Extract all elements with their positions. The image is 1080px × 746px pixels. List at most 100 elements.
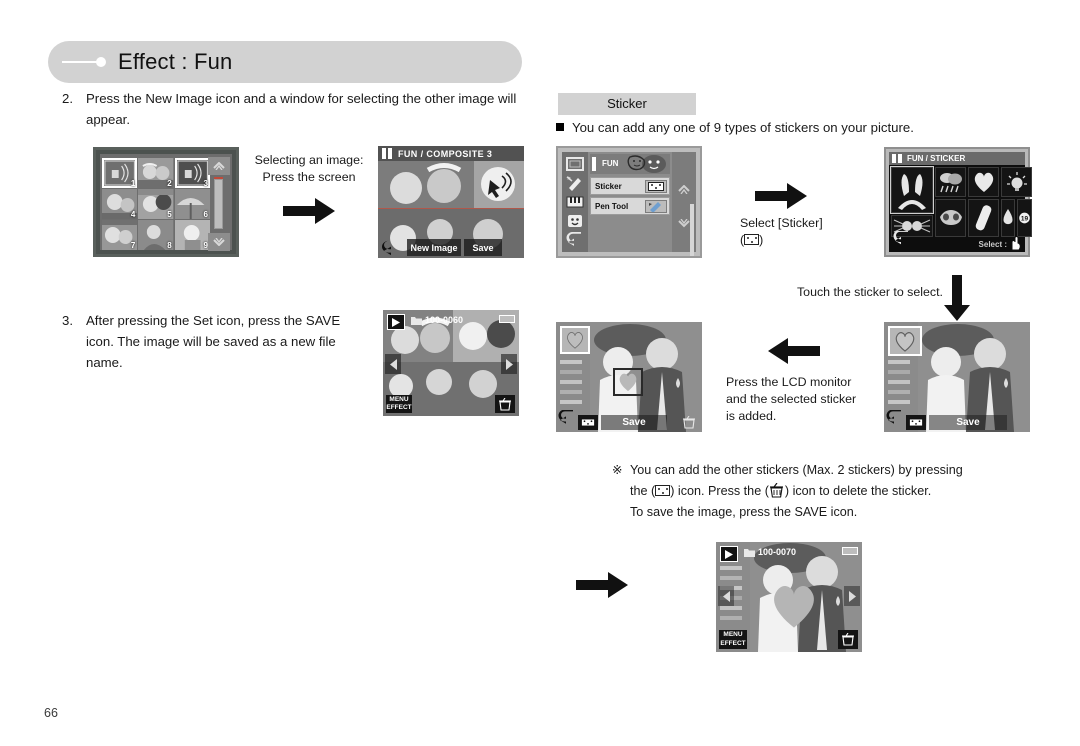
sticker-rain-cloud[interactable] (935, 167, 966, 197)
thumbnail-cell[interactable]: 5 (138, 189, 174, 219)
back-arrow-icon[interactable] (893, 230, 911, 251)
fun-mascot-icon (627, 155, 666, 173)
note-block: ※ You can add the other stickers (Max. 2… (612, 460, 972, 523)
sticker-icon[interactable] (906, 415, 926, 430)
note-line-1: You can add the other stickers (Max. 2 s… (630, 463, 963, 477)
step-2-text: Press the New Image icon and a window fo… (86, 91, 517, 127)
composite-title-bar: FUN / COMPOSITE 3 (378, 146, 524, 161)
play-icon[interactable] (720, 546, 738, 562)
next-arrow-icon[interactable] (844, 586, 860, 606)
trash-icon[interactable] (838, 630, 858, 649)
crop-icon[interactable] (566, 156, 584, 172)
sticker-mask[interactable] (935, 199, 966, 237)
index-scrollbar[interactable] (208, 157, 230, 251)
scroll-down-icon[interactable] (208, 233, 230, 251)
scroll-track[interactable] (214, 179, 223, 229)
screen-final-photo[interactable]: 100-0070 MENU EFFECT (716, 542, 862, 652)
thumbnail-number: 2 (167, 179, 172, 188)
menu-label: MENU (389, 396, 409, 403)
pen-tool-icon[interactable] (645, 200, 667, 213)
sticker-icon[interactable] (578, 415, 598, 430)
screen-saved-photo[interactable]: 100-0060 MENU EFFECT (383, 310, 519, 416)
menu-effect-button[interactable]: MENU EFFECT (719, 630, 747, 649)
fun-menu-rail[interactable] (562, 152, 588, 252)
fun-menu-header: FUN (590, 154, 670, 174)
thumbnail-cell[interactable]: 1 (102, 158, 138, 188)
sticker-select-label: Select : (978, 240, 1007, 249)
sticker-bullet-text: You can add any one of 9 types of sticke… (572, 120, 914, 135)
note-line-2b: ) icon. Press the ( (670, 484, 769, 498)
menu-label: MENU (723, 631, 743, 638)
thumbnail-cell[interactable]: 7 (102, 220, 138, 250)
screen-sticker-picker[interactable]: FUN / STICKER 19 Select: (884, 147, 1032, 257)
scroll-up-icon[interactable] (674, 176, 694, 202)
header-dash-icon (62, 61, 98, 63)
thumbnail-cell[interactable]: 8 (138, 220, 174, 250)
back-arrow-icon[interactable] (886, 409, 904, 431)
thumbnail-cell[interactable]: 4 (102, 189, 138, 219)
sticker-number-badge-19[interactable]: 19 (1017, 199, 1032, 237)
selected-toolbar[interactable]: Save (884, 409, 1030, 432)
battery-icon (842, 547, 858, 555)
preview-toolbar[interactable]: Save (556, 409, 702, 432)
thumbnail-cell[interactable]: 9 (174, 220, 210, 250)
file-info: 100-0060 (411, 315, 463, 325)
save-button[interactable]: Save (929, 415, 1007, 430)
page-title: Effect : Fun (118, 49, 233, 74)
arrow-down-icon (944, 275, 970, 321)
sticker-water-drop[interactable] (1001, 199, 1015, 237)
screen-fun-menu[interactable]: FUN Sticker Pen Tool (556, 146, 702, 258)
save-button[interactable]: Save (464, 239, 502, 256)
note-line-2a: the ( (630, 484, 656, 498)
sticker-bunny-ears[interactable] (890, 166, 934, 214)
back-icon[interactable] (566, 231, 584, 248)
fun-menu-row-sticker[interactable]: Sticker (590, 177, 670, 195)
screen-sticker-selected[interactable]: Save (884, 322, 1030, 432)
face-icon[interactable] (566, 213, 584, 229)
title-marker-icon (388, 148, 392, 159)
brush-icon[interactable] (566, 175, 584, 191)
menu-effect-button[interactable]: MENU EFFECT (386, 395, 412, 413)
back-arrow-icon[interactable] (381, 239, 403, 256)
screen-thumbnail-index[interactable]: 1 2 3 4 5 6 7 8 9 (93, 147, 239, 257)
sticker-picker-footer[interactable]: Select : (889, 230, 1025, 252)
prev-arrow-icon[interactable] (718, 586, 734, 606)
piano-icon[interactable] (566, 194, 584, 210)
trash-icon[interactable] (495, 395, 515, 413)
prev-arrow-icon[interactable] (385, 354, 401, 374)
thumbnail-cell[interactable]: 3 (174, 158, 210, 188)
sticker-grid[interactable]: 19 (890, 166, 1032, 237)
fun-menu-scrollbar[interactable] (672, 152, 696, 256)
sticker-picker-title-bar: FUN / STICKER (889, 152, 1025, 165)
screen-composite[interactable]: FUN / COMPOSITE 3 New Image Save (378, 146, 524, 258)
caption-line-2: Press the screen (262, 170, 356, 184)
sticker-icon[interactable] (645, 180, 667, 193)
scroll-up-icon[interactable] (208, 157, 230, 175)
trash-icon (769, 482, 783, 498)
composite-toolbar[interactable]: New Image Save (378, 238, 524, 258)
note-line-2: the ( ) icon. Press the ( ) icon to dele… (630, 481, 972, 502)
effect-label: EFFECT (720, 639, 746, 647)
back-arrow-icon[interactable] (558, 409, 576, 431)
caption-select-sticker: Select [Sticker] ( ) (740, 215, 870, 249)
trash-icon[interactable] (680, 415, 698, 430)
scroll-thumb[interactable] (690, 204, 694, 256)
thumbnail-grid[interactable]: 1 2 3 4 5 6 7 8 9 (102, 158, 210, 250)
arrow-right-icon (576, 572, 628, 598)
caption-select-sticker-line1: Select [Sticker] (740, 216, 823, 230)
save-button[interactable]: Save (601, 415, 667, 430)
effect-label: EFFECT (386, 404, 412, 411)
thumbnail-cell[interactable]: 2 (138, 158, 174, 188)
sticker-bandage[interactable] (968, 199, 999, 237)
play-icon[interactable] (387, 314, 405, 330)
sticker-placement-box[interactable] (613, 368, 643, 396)
thumbnail-cell[interactable]: 6 (174, 189, 210, 219)
sticker-heart[interactable] (968, 167, 999, 197)
sticker-light-bulb[interactable] (1001, 167, 1032, 197)
step-2-number: 2. (62, 91, 73, 106)
note-line-2c: ) icon to delete the sticker. (784, 484, 932, 498)
screen-sticker-preview[interactable]: Save (556, 322, 702, 432)
next-arrow-icon[interactable] (501, 354, 517, 374)
new-image-button[interactable]: New Image (407, 239, 461, 256)
fun-menu-row-pen-tool[interactable]: Pen Tool (590, 197, 670, 215)
